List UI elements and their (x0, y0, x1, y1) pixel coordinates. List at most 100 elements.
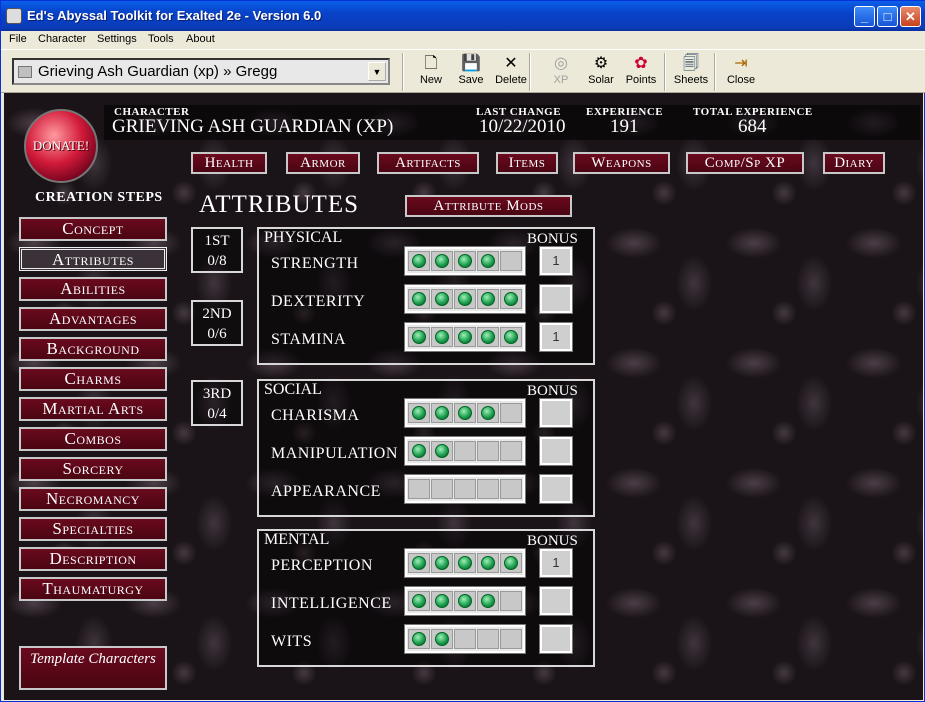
step-martial-arts[interactable]: Martial Arts (19, 397, 167, 421)
tab-comp-sp-xp[interactable]: Comp/Sp XP (686, 152, 804, 174)
xp-button[interactable]: ◎ XP (539, 54, 583, 86)
attr-dots-perception[interactable] (404, 548, 526, 578)
menu-settings[interactable]: Settings (97, 33, 137, 45)
attr-dots-intelligence[interactable] (404, 586, 526, 616)
attr-bonus-stamina[interactable]: 1 (539, 322, 573, 352)
dot-cell[interactable] (408, 591, 430, 611)
dot-cell[interactable] (431, 251, 453, 271)
step-sorcery[interactable]: Sorcery (19, 457, 167, 481)
attr-bonus-dexterity[interactable] (539, 284, 573, 314)
donate-button[interactable]: DONATE! (24, 109, 98, 183)
character-select[interactable]: Grieving Ash Guardian (xp) » Gregg ▼ (12, 58, 390, 85)
app-icon[interactable] (6, 8, 22, 24)
dot-cell[interactable] (454, 289, 476, 309)
attr-dots-appearance[interactable] (404, 474, 526, 504)
attr-bonus-manipulation[interactable] (539, 436, 573, 466)
attr-bonus-strength[interactable]: 1 (539, 246, 573, 276)
dot-cell[interactable] (408, 629, 430, 649)
step-concept[interactable]: Concept (19, 217, 167, 241)
dot-cell[interactable] (500, 629, 522, 649)
tab-artifacts[interactable]: Artifacts (377, 152, 479, 174)
dot-cell[interactable] (431, 479, 453, 499)
dot-cell[interactable] (454, 251, 476, 271)
step-specialties[interactable]: Specialties (19, 517, 167, 541)
dot-cell[interactable] (431, 441, 453, 461)
title-bar[interactable]: Ed's Abyssal Toolkit for Exalted 2e - Ve… (1, 1, 925, 31)
dot-cell[interactable] (431, 327, 453, 347)
attr-bonus-perception[interactable]: 1 (539, 548, 573, 578)
step-necromancy[interactable]: Necromancy (19, 487, 167, 511)
dot-cell[interactable] (477, 403, 499, 423)
dot-cell[interactable] (408, 479, 430, 499)
attr-dots-dexterity[interactable] (404, 284, 526, 314)
delete-button[interactable]: ✕ Delete (489, 54, 533, 86)
dot-cell[interactable] (431, 591, 453, 611)
close-button[interactable]: ⇥ Close (719, 54, 763, 86)
save-button[interactable]: 💾 Save (449, 54, 493, 86)
menu-file[interactable]: File (9, 33, 27, 45)
dot-cell[interactable] (477, 251, 499, 271)
tab-items[interactable]: Items (496, 152, 558, 174)
dot-cell[interactable] (408, 251, 430, 271)
dot-cell[interactable] (500, 553, 522, 573)
dot-cell[interactable] (477, 327, 499, 347)
tab-health[interactable]: Health (191, 152, 267, 174)
maximize-button[interactable]: □ (877, 6, 898, 27)
points-button[interactable]: ✿ Points (619, 54, 663, 86)
dot-cell[interactable] (477, 591, 499, 611)
new-button[interactable]: 🗋 New (409, 54, 453, 86)
dot-cell[interactable] (477, 553, 499, 573)
dot-cell[interactable] (500, 441, 522, 461)
dot-cell[interactable] (500, 591, 522, 611)
dot-cell[interactable] (454, 553, 476, 573)
menu-about[interactable]: About (186, 33, 215, 45)
attr-dots-strength[interactable] (404, 246, 526, 276)
step-background[interactable]: Background (19, 337, 167, 361)
dot-cell[interactable] (408, 553, 430, 573)
dot-cell[interactable] (477, 479, 499, 499)
dot-cell[interactable] (477, 289, 499, 309)
attr-dots-wits[interactable] (404, 624, 526, 654)
menu-tools[interactable]: Tools (148, 33, 174, 45)
attr-bonus-intelligence[interactable] (539, 586, 573, 616)
minimize-button[interactable]: _ (854, 6, 875, 27)
dot-cell[interactable] (454, 403, 476, 423)
chevron-down-icon[interactable]: ▼ (368, 62, 386, 81)
dot-cell[interactable] (454, 629, 476, 649)
menu-character[interactable]: Character (38, 33, 86, 45)
dot-cell[interactable] (408, 289, 430, 309)
dot-cell[interactable] (500, 327, 522, 347)
step-attributes[interactable]: Attributes (19, 247, 167, 271)
dot-cell[interactable] (408, 327, 430, 347)
step-advantages[interactable]: Advantages (19, 307, 167, 331)
tab-armor[interactable]: Armor (286, 152, 360, 174)
attr-bonus-wits[interactable] (539, 624, 573, 654)
dot-cell[interactable] (431, 553, 453, 573)
step-thaumaturgy[interactable]: Thaumaturgy (19, 577, 167, 601)
step-charms[interactable]: Charms (19, 367, 167, 391)
step-combos[interactable]: Combos (19, 427, 167, 451)
dot-cell[interactable] (408, 403, 430, 423)
dot-cell[interactable] (454, 327, 476, 347)
template-characters-button[interactable]: Template Characters (19, 646, 167, 690)
solar-button[interactable]: ⚙ Solar (579, 54, 623, 86)
attr-dots-manipulation[interactable] (404, 436, 526, 466)
attribute-mods-button[interactable]: Attribute Mods (405, 195, 572, 217)
attr-bonus-appearance[interactable] (539, 474, 573, 504)
dot-cell[interactable] (454, 479, 476, 499)
step-abilities[interactable]: Abilities (19, 277, 167, 301)
dot-cell[interactable] (431, 629, 453, 649)
dot-cell[interactable] (408, 441, 430, 461)
close-window-button[interactable]: ✕ (900, 6, 921, 27)
tab-diary[interactable]: Diary (823, 152, 885, 174)
dot-cell[interactable] (454, 441, 476, 461)
sheets-button[interactable]: 🗐 Sheets (669, 54, 713, 86)
dot-cell[interactable] (477, 629, 499, 649)
attr-bonus-charisma[interactable] (539, 398, 573, 428)
dot-cell[interactable] (477, 441, 499, 461)
dot-cell[interactable] (500, 251, 522, 271)
dot-cell[interactable] (500, 479, 522, 499)
attr-dots-stamina[interactable] (404, 322, 526, 352)
dot-cell[interactable] (500, 289, 522, 309)
tab-weapons[interactable]: Weapons (573, 152, 670, 174)
